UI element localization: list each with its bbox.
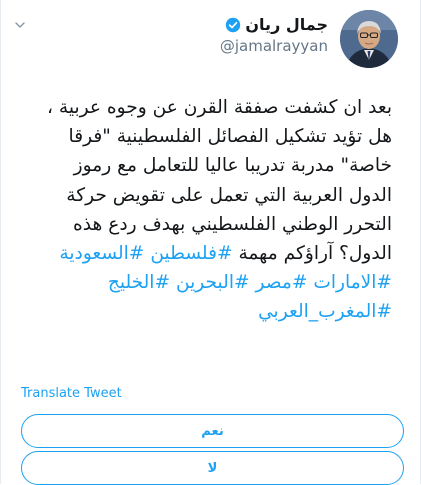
tweet-line: #الامارات #مصر #البحرين #الخليج bbox=[21, 268, 392, 297]
tweet-text-segment: هل تؤيد تشكيل الفصائل الفلسطينية "فرقا bbox=[68, 126, 392, 148]
poll-option-no[interactable]: لا bbox=[21, 451, 404, 485]
hashtag-link[interactable]: #المغرب_العربي bbox=[258, 301, 392, 322]
poll-option-yes[interactable]: نعم bbox=[21, 414, 404, 448]
tweet-text-segment: بعد ان كشفت صفقة القرن عن وجوه عربية ، bbox=[46, 97, 392, 118]
translate-tweet-link[interactable]: Translate Tweet bbox=[21, 386, 122, 401]
hashtag-link[interactable]: #الامارات bbox=[313, 272, 392, 293]
verified-badge-icon bbox=[225, 17, 241, 33]
name-row: جمال ريان bbox=[220, 15, 328, 34]
tweet-line: بعد ان كشفت صفقة القرن عن وجوه عربية ، bbox=[21, 93, 392, 122]
tweet-line: الدول العربية التي تعمل على تقويض حركة bbox=[21, 181, 392, 210]
tweet-header: جمال ريان @jamalrayyan bbox=[220, 15, 328, 55]
hashtag-link[interactable]: #البحرين bbox=[176, 272, 250, 293]
hashtag-link[interactable]: #السعودية bbox=[59, 243, 144, 264]
display-name[interactable]: جمال ريان bbox=[245, 15, 328, 34]
hashtag-link[interactable]: #مصر bbox=[256, 272, 308, 293]
tweet-line: الدول؟ آراؤكم مهمة #فلسطين #السعودية bbox=[21, 239, 392, 268]
tweet-line: هل تؤيد تشكيل الفصائل الفلسطينية "فرقا bbox=[21, 122, 392, 151]
tweet-text-segment: الدول العربية التي تعمل على تقويض حركة bbox=[66, 184, 392, 206]
user-handle[interactable]: @jamalrayyan bbox=[220, 37, 328, 55]
avatar[interactable] bbox=[340, 10, 398, 68]
tweet-text-segment: خاصة" مدربة تدريبا عاليا للتعامل مع رموز bbox=[73, 155, 392, 177]
tweet-line: #المغرب_العربي bbox=[21, 297, 392, 326]
tweet-text-segment: التحرر الوطني الفلسطيني بهدف ردع هذه bbox=[73, 213, 392, 235]
hashtag-link[interactable]: #فلسطين bbox=[150, 243, 232, 264]
tweet-line: التحرر الوطني الفلسطيني بهدف ردع هذه bbox=[21, 210, 392, 239]
tweet-text-segment: الدول؟ آراؤكم مهمة bbox=[232, 243, 392, 265]
chevron-down-icon[interactable] bbox=[15, 20, 25, 30]
tweet-text: بعد ان كشفت صفقة القرن عن وجوه عربية ، هل… bbox=[21, 93, 392, 327]
tweet-line: خاصة" مدربة تدريبا عاليا للتعامل مع رموز bbox=[21, 151, 392, 180]
tweet-card: جمال ريان @jamalrayyan بعد ان كشفت صفقة … bbox=[0, 0, 421, 485]
hashtag-link[interactable]: #الخليج bbox=[108, 272, 170, 293]
